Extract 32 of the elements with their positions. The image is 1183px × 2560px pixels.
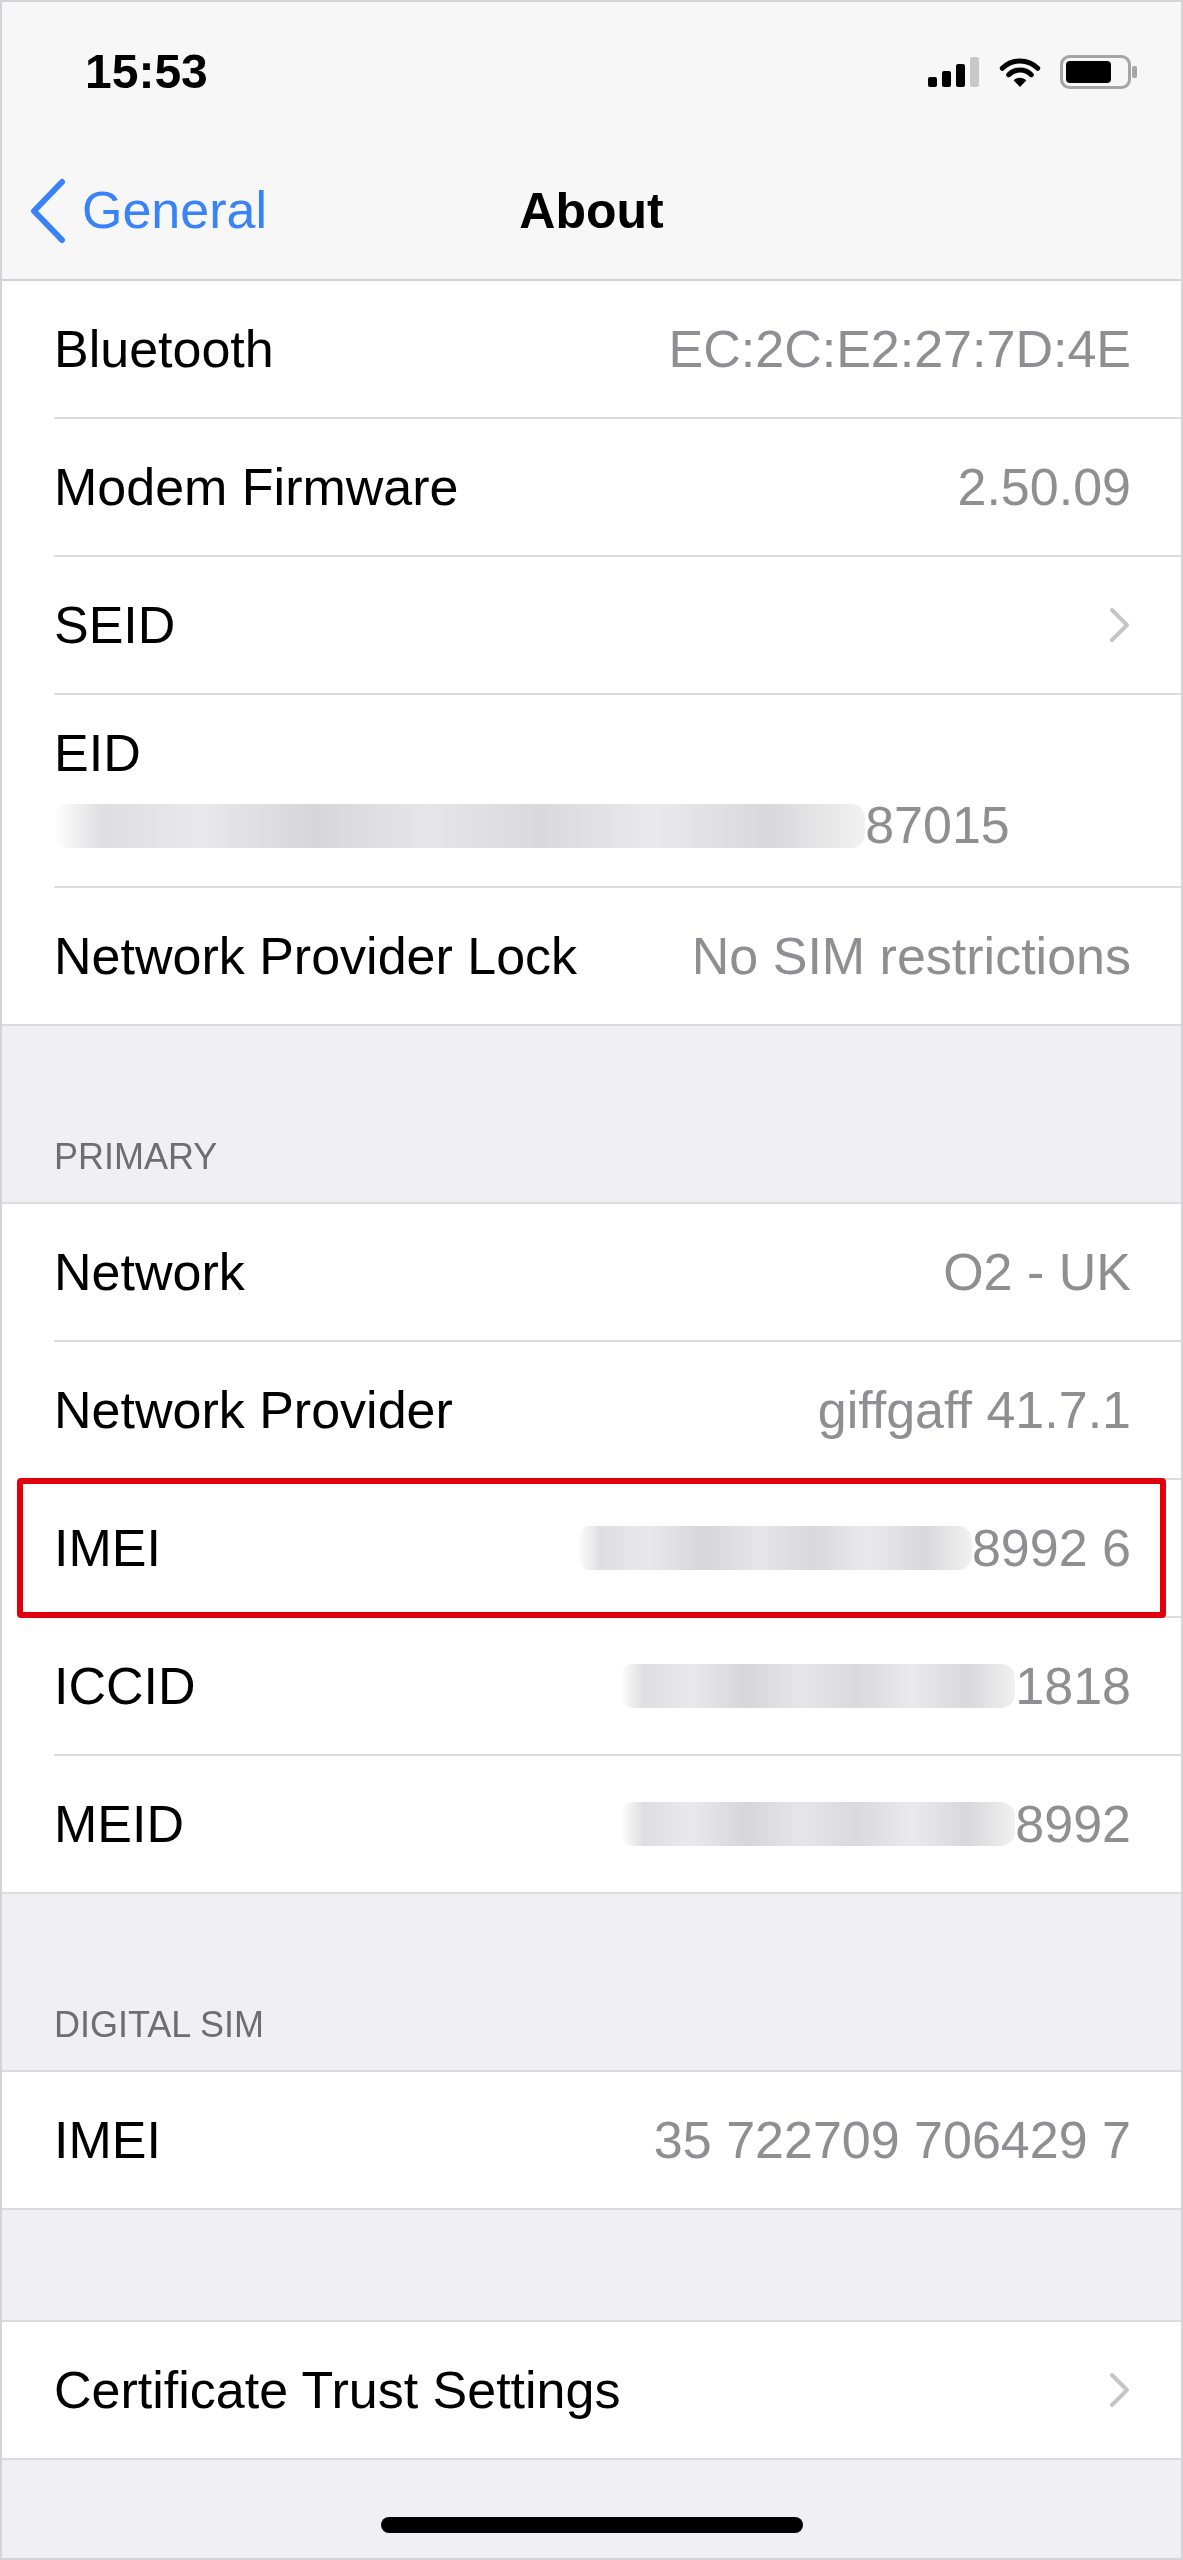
row-value: 8992 6: [971, 1517, 1131, 1579]
row-label: Network: [54, 1241, 245, 1303]
status-time: 15:53: [85, 45, 208, 99]
chevron-right-icon: [1109, 607, 1131, 643]
battery-icon: [1060, 55, 1138, 89]
settings-row[interactable]: SEID: [2, 557, 1181, 693]
row-value: 1818: [1015, 1655, 1131, 1717]
signal-strength-icon: [927, 57, 980, 87]
row-label: Network Provider: [54, 1379, 453, 1441]
row-label: Network Provider Lock: [54, 925, 578, 987]
nav-title: About: [519, 181, 664, 241]
chevron-right-icon: [1109, 2371, 1131, 2408]
row-value: 2.50.09: [957, 456, 1131, 518]
row-value: No SIM restrictions: [691, 925, 1131, 987]
row-value: 87015: [865, 795, 1010, 857]
settings-row[interactable]: Certificate Trust Settings: [2, 2321, 1181, 2458]
row-label: IMEI: [54, 2109, 161, 2171]
wifi-icon: [999, 56, 1041, 88]
row-value: 8992: [1015, 1793, 1131, 1855]
row-label: MEID: [54, 1793, 184, 1855]
row-value: 35 722709 706429 7: [653, 2109, 1131, 2171]
row-value: EC:2C:E2:27:7D:4E: [668, 318, 1131, 380]
section-header: DIGITAL SIM: [54, 2002, 265, 2046]
chevron-left-icon: [29, 177, 66, 244]
section-header: PRIMARY: [54, 1134, 218, 1178]
row-label: IMEI: [54, 1517, 161, 1579]
row-value: giffgaff 41.7.1: [817, 1379, 1131, 1441]
row-value: O2 - UK: [943, 1241, 1131, 1303]
row-label: Bluetooth: [54, 318, 274, 380]
row-label: ICCID: [54, 1655, 196, 1717]
row-label: Modem Firmware: [54, 456, 459, 518]
row-label: EID: [54, 723, 141, 784]
